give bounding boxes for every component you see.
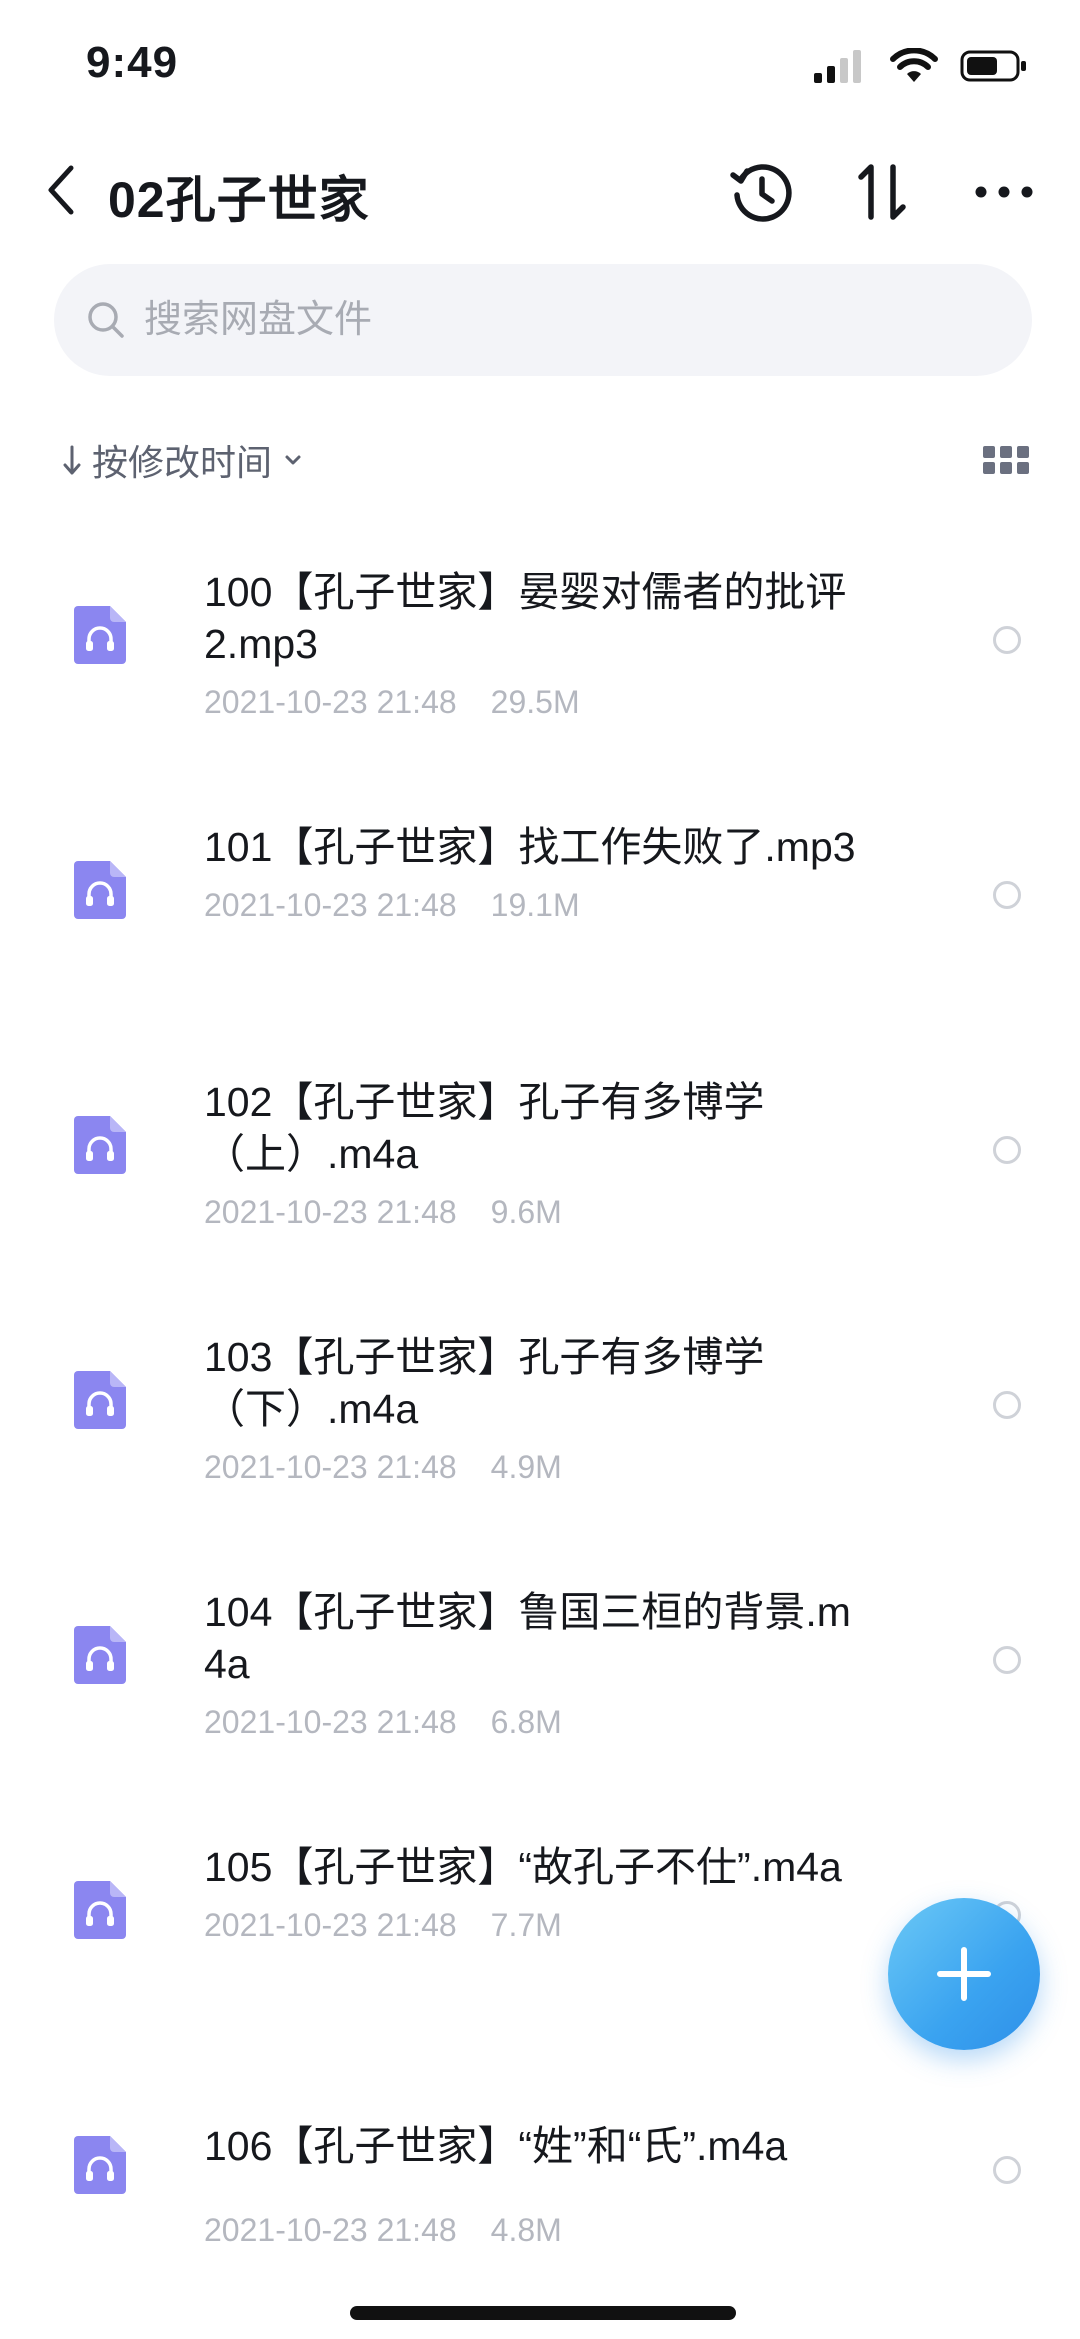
file-name: 102【孔子世家】孔子有多博学（上）.m4a (204, 1079, 765, 1177)
status-time: 9:49 (86, 38, 179, 87)
file-row[interactable]: 103【孔子世家】孔子有多博学（下）.m4a 2021-10-23 21:48 4… (0, 1275, 1080, 1530)
file-date: 2021-10-23 21:48 (204, 2212, 457, 2248)
file-name: 106【孔子世家】“姓”和“氏”.m4a (204, 2123, 788, 2169)
home-indicator (350, 2306, 736, 2320)
file-meta: 2021-10-23 21:48 6.8M (204, 1704, 864, 1741)
file-meta: 2021-10-23 21:48 9.6M (204, 1194, 864, 1231)
file-date: 2021-10-23 21:48 (204, 1907, 457, 1943)
sort-arrows-icon (858, 164, 906, 220)
file-size: 6.8M (490, 1704, 562, 1740)
grid-icon (983, 446, 1029, 474)
file-size: 4.8M (490, 2212, 562, 2248)
page-title: 02孔子世家 (108, 172, 370, 228)
sort-label: 按修改时间 (92, 442, 273, 483)
select-checkbox[interactable] (993, 1646, 1021, 1674)
select-checkbox[interactable] (993, 626, 1021, 654)
audio-file-icon (74, 2136, 126, 2194)
history-icon (730, 164, 792, 222)
file-size: 4.9M (490, 1449, 562, 1485)
status-icons (812, 46, 1028, 86)
file-name: 103【孔子世家】孔子有多博学（下）.m4a (204, 1334, 765, 1432)
file-meta: 2021-10-23 21:48 4.9M (204, 1449, 864, 1486)
grid-view-button[interactable] (980, 434, 1032, 486)
file-size: 29.5M (490, 684, 580, 720)
file-size: 19.1M (490, 887, 580, 923)
audio-file-icon (74, 1881, 126, 1939)
arrow-down-icon (63, 445, 81, 475)
audio-file-icon (74, 1626, 126, 1684)
header: 02孔子世家 (0, 130, 1080, 250)
file-name: 100【孔子世家】晏婴对儒者的批评2.mp3 (204, 569, 847, 667)
audio-file-icon (74, 1371, 126, 1429)
history-button[interactable] (722, 152, 802, 232)
file-size: 7.7M (490, 1907, 562, 1943)
status-bar: 9:49 (0, 0, 1080, 130)
search-icon (84, 298, 128, 342)
more-button[interactable] (964, 152, 1044, 232)
file-date: 2021-10-23 21:48 (204, 1704, 457, 1740)
file-row[interactable]: 101【孔子世家】找工作失败了.mp3 2021-10-23 21:48 19.1… (0, 765, 1080, 1020)
file-meta: 2021-10-23 21:48 7.7M (204, 1907, 864, 1944)
signal-icon (814, 50, 861, 83)
add-button[interactable] (888, 1898, 1040, 2050)
file-row[interactable]: 106【孔子世家】“姓”和“氏”.m4a 2021-10-23 21:48 4.8… (0, 2040, 1080, 2295)
chevron-down-icon (285, 455, 301, 465)
file-meta: 2021-10-23 21:48 29.5M (204, 684, 864, 721)
select-checkbox[interactable] (993, 1391, 1021, 1419)
wifi-icon (890, 48, 938, 82)
search-bar[interactable] (54, 264, 1032, 376)
back-button[interactable] (26, 152, 96, 228)
file-date: 2021-10-23 21:48 (204, 1194, 457, 1230)
plus-icon (937, 1947, 991, 2001)
select-checkbox[interactable] (993, 2156, 1021, 2184)
file-meta: 2021-10-23 21:48 19.1M (204, 887, 864, 924)
audio-file-icon (74, 1116, 126, 1174)
file-date: 2021-10-23 21:48 (204, 887, 457, 923)
select-checkbox[interactable] (993, 1136, 1021, 1164)
file-row[interactable]: 104【孔子世家】鲁国三桓的背景.m4a 2021-10-23 21:48 6.8… (0, 1530, 1080, 1785)
more-icon (975, 186, 1033, 198)
sort-row: 按修改时间 (54, 430, 1032, 490)
battery-icon (960, 50, 1026, 82)
sort-dropdown[interactable]: 按修改时间 (62, 430, 304, 490)
file-name: 105【孔子世家】“故孔子不仕”.m4a (204, 1844, 842, 1890)
file-date: 2021-10-23 21:48 (204, 1449, 457, 1485)
file-row[interactable]: 100【孔子世家】晏婴对儒者的批评2.mp3 2021-10-23 21:48 2… (0, 510, 1080, 765)
select-checkbox[interactable] (993, 881, 1021, 909)
audio-file-icon (74, 606, 126, 664)
audio-file-icon (74, 861, 126, 919)
file-row[interactable]: 102【孔子世家】孔子有多博学（上）.m4a 2021-10-23 21:48 9… (0, 1020, 1080, 1275)
chevron-left-icon (48, 165, 74, 215)
file-size: 9.6M (490, 1194, 562, 1230)
file-meta: 2021-10-23 21:48 4.8M (204, 2212, 864, 2249)
search-input[interactable] (142, 297, 946, 343)
file-name: 101【孔子世家】找工作失败了.mp3 (204, 824, 856, 870)
sort-toggle-button[interactable] (842, 152, 922, 232)
file-name: 104【孔子世家】鲁国三桓的背景.m4a (204, 1589, 851, 1687)
file-date: 2021-10-23 21:48 (204, 684, 457, 720)
